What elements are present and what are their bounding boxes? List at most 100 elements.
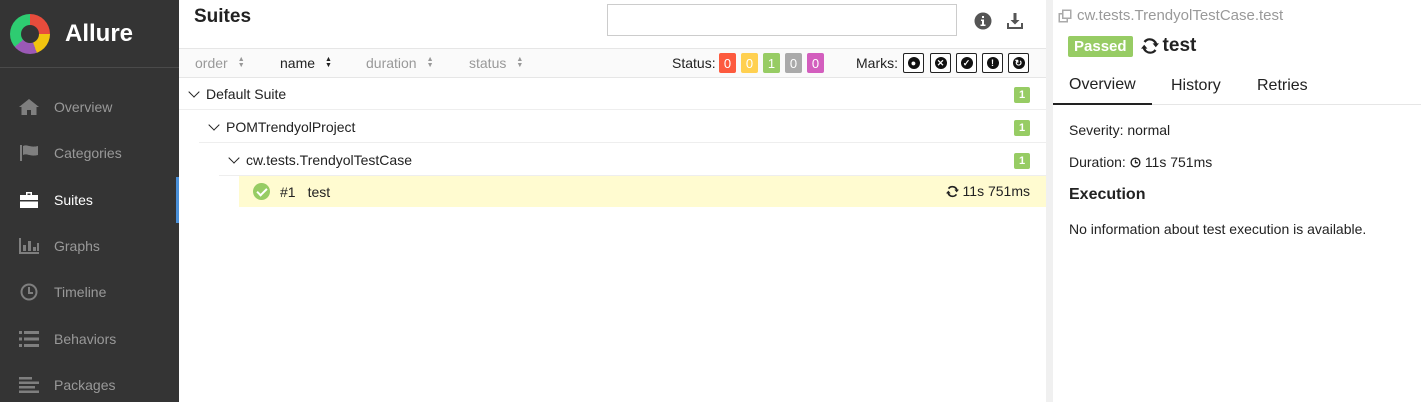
mark-filter-new-passed[interactable]: ✓ [956, 53, 977, 73]
sidebar-item-label: Graphs [54, 238, 100, 255]
sidebar-item-label: Overview [54, 99, 113, 116]
brand[interactable]: Allure [0, 0, 179, 68]
test-result-row[interactable]: #1 test 11s 751ms [239, 176, 1046, 207]
home-icon [18, 98, 40, 116]
retries-status-change-icon: ↻ [1012, 57, 1025, 69]
marks-filter-label: Marks: [856, 55, 898, 71]
download-button[interactable] [1004, 10, 1026, 32]
chevron-down-icon [228, 151, 240, 164]
flag-icon [18, 144, 40, 162]
sidebar-nav: Overview Categories Suites Graphs Timeli… [0, 84, 179, 402]
clock-icon [1130, 156, 1141, 168]
mark-filter-flaky[interactable]: ● [903, 53, 924, 73]
passed-count-badge: 1 [1014, 153, 1030, 169]
sort-label: duration [366, 55, 417, 71]
sidebar-item-label: Categories [54, 145, 122, 162]
chevron-down-icon [208, 118, 220, 131]
status-filter-unknown[interactable]: 0 [807, 53, 824, 73]
detail-tabs: Overview History Retries [1053, 66, 1421, 105]
info-button[interactable] [972, 10, 994, 32]
tree-node-label: Default Suite [206, 85, 287, 102]
brand-name: Allure [65, 19, 134, 47]
status-filter-failed[interactable]: 0 [719, 53, 736, 73]
test-duration: 11s 751ms [945, 183, 1030, 199]
test-number: #1 [280, 183, 296, 200]
sort-by-duration[interactable]: duration ▲ ▼ [366, 55, 434, 71]
sidebar-item-behaviors[interactable]: Behaviors [0, 315, 179, 361]
new-failed-icon: ✕ [934, 57, 947, 69]
duration-value: 11s 751ms [1144, 154, 1213, 170]
test-title: test [1162, 35, 1197, 56]
test-title-line: Passed test [1068, 35, 1196, 57]
tree-node-pomtrendyolproject[interactable]: POMTrendyolProject 1 [199, 111, 1046, 143]
sidebar-item-label: Timeline [54, 284, 107, 301]
sort-label: order [195, 55, 228, 71]
tree-node-trendyoltestcase[interactable]: cw.tests.TrendyolTestCase 1 [219, 144, 1046, 176]
align-left-icon [18, 376, 40, 394]
retry-icon [1140, 38, 1159, 54]
sidebar-item-suites[interactable]: Suites [0, 176, 179, 224]
pane-splitter[interactable] [1046, 0, 1053, 402]
sidebar-item-categories[interactable]: Categories [0, 130, 179, 176]
duration-label: Duration: [1069, 154, 1126, 170]
status-filter-passed[interactable]: 1 [763, 53, 780, 73]
passed-count-badge: 1 [1014, 87, 1030, 103]
copy-icon [1058, 9, 1072, 22]
severity-line: Severity: normal [1069, 122, 1171, 138]
sort-label: name [280, 55, 316, 71]
sort-arrows-icon: ▲ ▼ [426, 56, 434, 69]
tab-retries[interactable]: Retries [1241, 66, 1324, 105]
sort-label: status [469, 55, 507, 71]
status-badge: Passed [1068, 35, 1133, 57]
sidebar-item-graphs[interactable]: Graphs [0, 223, 179, 269]
sidebar-item-overview[interactable]: Overview [0, 84, 179, 130]
tab-history[interactable]: History [1155, 66, 1237, 105]
chevron-down-icon [188, 85, 200, 98]
mark-filter-new-broken[interactable]: ! [982, 53, 1003, 73]
retry-icon [945, 185, 959, 197]
status-filter-label: Status: [672, 55, 716, 71]
sidebar-item-label: Suites [54, 191, 93, 208]
execution-empty-text: No information about test execution is a… [1069, 221, 1367, 237]
sort-by-status[interactable]: status ▲ ▼ [469, 55, 523, 71]
sidebar-item-timeline[interactable]: Timeline [0, 269, 179, 315]
sort-arrows-icon: ▲ ▼ [516, 56, 524, 69]
sort-by-name[interactable]: name ▲ ▼ [280, 55, 332, 71]
duration-line: Duration: 11s 751ms [1069, 154, 1212, 170]
sort-bar: order ▲ ▼ name ▲ ▼ duration ▲ ▼ status ▲ ▼ S… [179, 48, 1046, 78]
sort-by-order[interactable]: order ▲ ▼ [195, 55, 245, 71]
status-filter-skipped[interactable]: 0 [785, 53, 802, 73]
sidebar-item-label: Packages [54, 376, 116, 393]
allure-logo-icon [10, 13, 50, 54]
new-passed-icon: ✓ [960, 57, 973, 69]
search-input[interactable] [607, 4, 957, 36]
test-duration-value: 11s 751ms [962, 183, 1030, 199]
test-name: test [307, 183, 331, 200]
execution-heading: Execution [1069, 186, 1146, 203]
sidebar-item-label: Behaviors [54, 330, 117, 347]
breadcrumb[interactable]: cw.tests.TrendyolTestCase.test [1058, 7, 1283, 24]
info-icon [974, 12, 992, 30]
tab-overview[interactable]: Overview [1053, 66, 1152, 105]
bar-chart-icon [18, 237, 40, 255]
page-title: Suites [194, 6, 252, 27]
sort-arrows-icon: ▲ ▼ [237, 56, 245, 69]
sidebar-item-packages[interactable]: Packages [0, 362, 179, 402]
new-broken-icon: ! [986, 57, 999, 69]
passed-count-badge: 1 [1014, 120, 1030, 136]
mark-filter-retries[interactable]: ↻ [1008, 53, 1029, 73]
status-filter-broken[interactable]: 0 [741, 53, 758, 73]
test-detail-pane: cw.tests.TrendyolTestCase.test Passed te… [1053, 0, 1421, 402]
flaky-icon: ● [907, 57, 920, 69]
tree-node-label: cw.tests.TrendyolTestCase [246, 151, 412, 168]
tree-node-default-suite[interactable]: Default Suite 1 [179, 78, 1046, 110]
sidebar: Allure Overview Categories Suites Graphs… [0, 0, 179, 402]
sort-arrows-icon: ▲ ▼ [325, 56, 332, 69]
suites-pane: Suites order ▲ ▼ name ▲ ▼ duration ▲ ▼ stat… [179, 0, 1046, 402]
passed-check-icon [253, 183, 270, 200]
download-icon [1007, 13, 1023, 29]
briefcase-icon [18, 191, 40, 209]
mark-filter-new-failed[interactable]: ✕ [930, 53, 951, 73]
tree-node-label: POMTrendyolProject [226, 118, 356, 135]
list-icon [18, 330, 40, 348]
